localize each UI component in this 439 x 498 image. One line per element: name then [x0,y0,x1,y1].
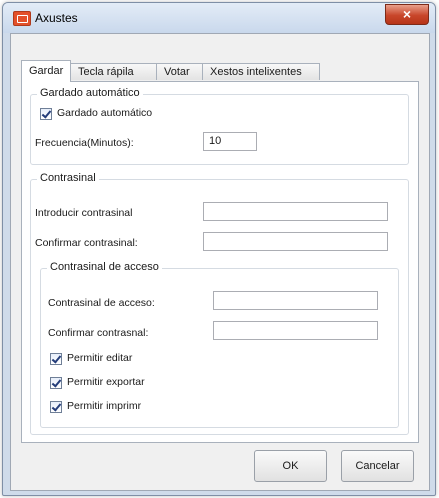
close-button[interactable]: × [385,4,429,25]
access-confirm-input[interactable] [213,321,378,340]
access-password-group: Contrasinal de acceso Contrasinal de acc… [40,261,399,428]
access-password-group-title: Contrasinal de acceso [47,261,162,273]
access-password-input[interactable] [213,291,378,310]
confirm-password-label: Confirmar contrasinal: [35,237,138,249]
allow-edit-checkbox[interactable] [50,353,62,365]
allow-export-label: Permitir exportar [67,376,145,388]
cancel-button[interactable]: Cancelar [341,450,414,482]
password-group: Contrasinal Introducir contrasinal Confi… [30,172,409,435]
confirm-password-input[interactable] [203,232,388,251]
frequency-input[interactable]: 10 [203,132,257,151]
tab-panel-gardar: Gardado automático Gardado automático Fr… [21,81,419,443]
tab-tecla-rapila[interactable]: Tecla rápila [70,63,157,80]
access-password-label: Contrasinal de acceso: [48,297,155,309]
tab-votar[interactable]: Votar [156,63,203,80]
enter-password-input[interactable] [203,202,388,221]
window-title: Axustes [35,11,78,25]
access-confirm-label: Confirmar contrasnal: [48,327,149,339]
autosave-group-title: Gardado automático [37,87,143,99]
password-group-title: Contrasinal [37,172,99,184]
allow-print-label: Permitir imprimr [67,400,142,412]
ok-button[interactable]: OK [254,450,327,482]
allow-edit-label: Permitir editar [67,352,133,364]
allow-print-checkbox[interactable] [50,401,62,413]
dialog-body: Gardar Tecla rápila Votar Xestos intelix… [10,33,430,491]
autosave-group: Gardado automático Gardado automático Fr… [30,87,409,165]
autosave-checkbox-label: Gardado automático [57,107,153,119]
enter-password-label: Introducir contrasinal [35,207,133,219]
settings-dialog: Axustes × Gardar Tecla rápila Votar Xest… [2,2,436,496]
tab-xestos-intelixentes[interactable]: Xestos intelixentes [202,63,320,80]
title-bar[interactable]: Axustes × [3,3,435,33]
frequency-label: Frecuencia(Minutos): [35,137,134,149]
app-icon [13,11,31,26]
autosave-checkbox[interactable] [40,108,52,120]
tab-gardar[interactable]: Gardar [21,60,71,82]
allow-export-checkbox[interactable] [50,377,62,389]
